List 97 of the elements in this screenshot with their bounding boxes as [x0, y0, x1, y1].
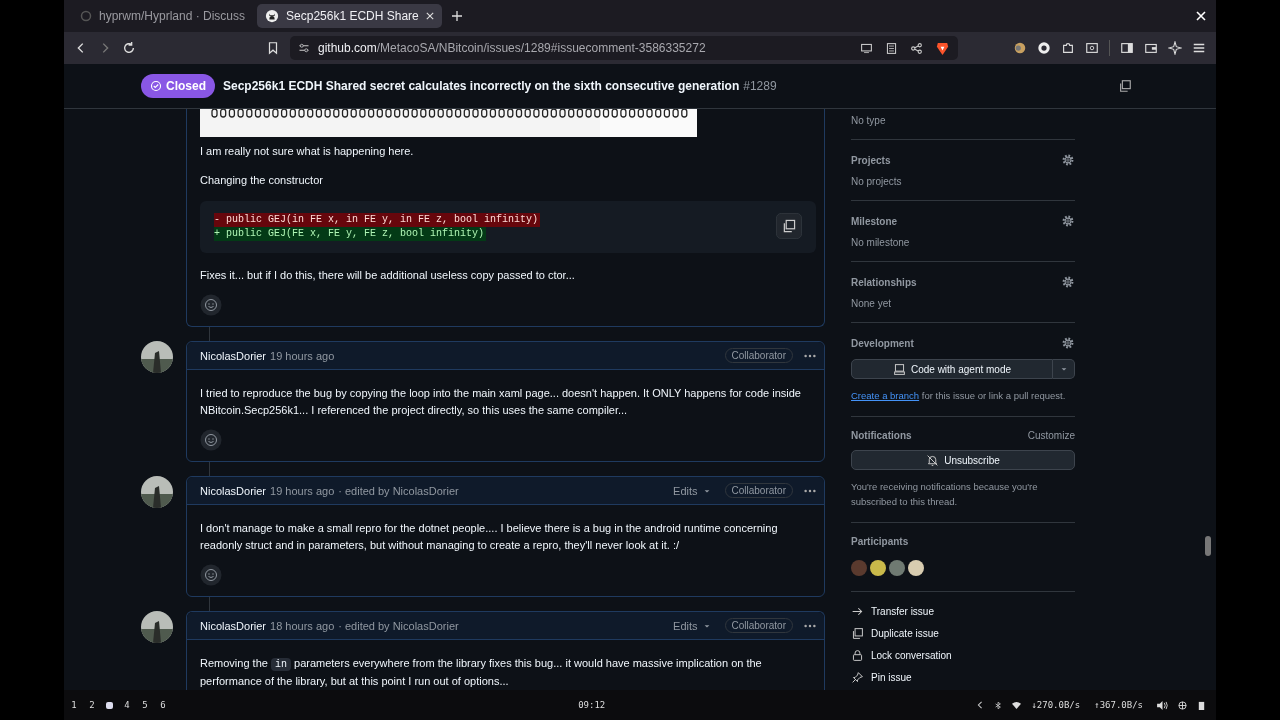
comment-text: Removing the in parameters everywhere from the library fixes this bug... it would have massive implication on the performance of the library, but at this point I run out of options... — [200, 656, 763, 689]
wallet-icon[interactable] — [1144, 41, 1158, 55]
edited-note: · edited by NicolasDorier — [338, 484, 459, 497]
customize-link[interactable]: Customize — [1027, 430, 1075, 441]
add-reaction-icon[interactable] — [200, 294, 222, 316]
avatar[interactable] — [141, 611, 173, 643]
bluetooth-icon[interactable] — [994, 700, 1003, 710]
globe-icon[interactable] — [1178, 700, 1187, 710]
lock-icon — [851, 648, 864, 662]
comment-text: I tried to reproduce the bug by copying the loop into the main xaml page... doesn't happen. It ONLY happens for code inside NBitcoin.Secp256k1... I referenced the project directly, so this uses the same compiler... — [200, 386, 802, 418]
url-text: github.com/MetacoSA/NBitcoin/issues/1289#issuecomment-3586335272 — [318, 41, 706, 55]
close-icon[interactable] — [425, 12, 434, 20]
extension-icon[interactable] — [1013, 41, 1027, 55]
settings-icon[interactable] — [1061, 153, 1075, 167]
copy-icon[interactable] — [776, 213, 802, 239]
section-title: Milestone — [851, 215, 898, 227]
clock: 09:12 — [578, 700, 606, 710]
edits-dropdown[interactable]: Edits — [673, 619, 711, 632]
site-settings-icon[interactable] — [298, 42, 310, 54]
caret-icon — [1059, 365, 1068, 373]
pin-icon — [851, 670, 864, 684]
workspace-number[interactable]: 6 — [159, 700, 167, 710]
browser-tab[interactable]: hyprwm/Hyprland · Discuss — [72, 4, 254, 28]
sidebar-icon[interactable] — [1120, 41, 1134, 55]
cast-icon[interactable] — [860, 41, 873, 55]
chevron-left-icon[interactable] — [976, 701, 985, 709]
author-link[interactable]: NicolasDorier — [200, 619, 267, 632]
section-value: No milestone — [851, 237, 911, 248]
author-link[interactable]: NicolasDorier — [200, 349, 267, 362]
edits-dropdown[interactable]: Edits — [673, 484, 711, 497]
laptop-icon — [892, 362, 906, 376]
comment-text: I don't manage to make a small repro for the dotnet people.... I believe there is a bug in the android runtime concerning readonly struct and in parameters, but without managing to create a repro, they'll never look at it. :/ — [200, 521, 779, 553]
section-title: Participants — [851, 536, 909, 547]
section-title: Notifications — [851, 430, 912, 441]
section-title: Projects — [851, 154, 891, 166]
active-workspace-icon[interactable] — [106, 701, 113, 709]
comment-time[interactable]: 19 hours ago — [270, 484, 335, 497]
lion-shield-icon[interactable] — [935, 40, 950, 56]
browser-tab[interactable]: Secp256k1 ECDH Share — [257, 4, 442, 28]
section-title: Relationships — [851, 276, 917, 288]
comment-time[interactable]: 18 hours ago — [270, 619, 335, 632]
add-reaction-icon[interactable] — [200, 564, 222, 586]
bell-off-icon — [926, 453, 940, 467]
settings-icon[interactable] — [1061, 214, 1075, 228]
author-link[interactable]: NicolasDorier — [200, 484, 267, 497]
notification-note: You're receiving notifications because you're subscribed to this thread. — [851, 480, 1039, 509]
workspace-number[interactable]: 5 — [141, 700, 149, 710]
bookmark-icon[interactable] — [266, 41, 280, 55]
settings-icon[interactable] — [1061, 336, 1075, 350]
comment-time[interactable]: 19 hours ago — [270, 349, 335, 362]
copy-icon[interactable] — [1118, 79, 1132, 93]
participant-avatar[interactable] — [870, 560, 886, 576]
issue-title: Secp256k1 ECDH Shared secret calculates incorrectly on the sixth consecutive generation — [223, 79, 740, 93]
sidebar-action[interactable]: Lock conversation — [851, 648, 1075, 662]
comment-text: I am really not sure what is happening here. — [200, 144, 415, 159]
scrollbar-thumb[interactable] — [1205, 536, 1211, 556]
share-icon[interactable] — [910, 41, 923, 55]
sidebar-action[interactable]: Pin issue — [851, 670, 1075, 684]
settings-icon[interactable] — [1061, 275, 1075, 289]
sidebar-action[interactable]: Transfer issue — [851, 604, 1075, 618]
sidebar-action[interactable]: Duplicate issue — [851, 626, 1075, 640]
download-speed: ↓270.0B/s — [1031, 700, 1081, 710]
add-reaction-icon[interactable] — [200, 429, 222, 451]
address-bar[interactable]: github.com/MetacoSA/NBitcoin/issues/1289#issuecomment-3586335272 — [290, 36, 958, 60]
extension-icon[interactable] — [1037, 41, 1051, 55]
development-note: Create a branch for this issue or link a pull request. — [851, 389, 1067, 403]
loading-icon — [80, 10, 92, 22]
avatar[interactable] — [141, 341, 173, 373]
participant-avatar[interactable] — [908, 560, 924, 576]
section-value: None yet — [851, 298, 893, 309]
workspace-number[interactable]: 1 — [70, 700, 78, 710]
new-tab-icon[interactable] — [451, 11, 462, 21]
comment-text: Changing the constructor — [200, 173, 324, 188]
reader-icon[interactable] — [885, 41, 898, 55]
section-value: No projects — [851, 176, 903, 187]
issue-number: #1289 — [743, 79, 777, 93]
reload-icon[interactable] — [122, 41, 136, 55]
type-value: No type — [851, 115, 887, 126]
unsubscribe-button[interactable]: Unsubscribe — [851, 450, 1075, 470]
sparkle-icon[interactable] — [1168, 41, 1182, 55]
screenshot-icon[interactable] — [1085, 41, 1099, 55]
code-with-agent-button[interactable]: Code with agent mode — [851, 359, 1053, 379]
comment-text: Fixes it... but if I do this, there will be additional useless copy passed to ctor... — [200, 268, 576, 283]
menu-icon[interactable] — [1192, 41, 1206, 55]
workspace-number[interactable]: 4 — [123, 700, 131, 710]
wifi-icon[interactable] — [1012, 700, 1022, 710]
copy-icon — [851, 626, 864, 640]
create-branch-link[interactable]: Create a branch — [851, 390, 920, 401]
avatar[interactable] — [141, 476, 173, 508]
section-title: Development — [851, 337, 914, 349]
battery-icon[interactable] — [1197, 700, 1206, 710]
issue-state-badge: Closed — [141, 74, 215, 98]
edited-note: · edited by NicolasDorier — [338, 619, 459, 632]
workspace-number[interactable]: 2 — [88, 700, 96, 710]
puzzle-icon[interactable] — [1061, 41, 1075, 55]
upload-speed: ↑367.0B/s — [1094, 700, 1143, 710]
volume-icon[interactable] — [1157, 700, 1168, 710]
